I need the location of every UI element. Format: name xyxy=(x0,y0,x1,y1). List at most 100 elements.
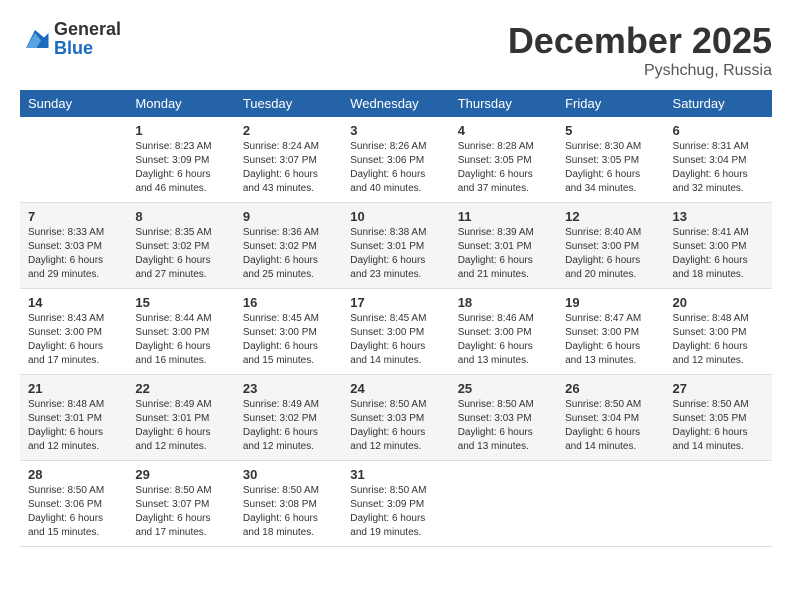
day-info: Sunrise: 8:24 AMSunset: 3:07 PMDaylight:… xyxy=(243,140,334,196)
day-info: Sunrise: 8:50 AMSunset: 3:09 PMDaylight:… xyxy=(350,484,441,540)
cell-w1-d4: 4 Sunrise: 8:28 AMSunset: 3:05 PMDaylight… xyxy=(450,117,557,203)
day-number: 8 xyxy=(135,209,226,224)
day-info: Sunrise: 8:39 AMSunset: 3:01 PMDaylight:… xyxy=(458,226,549,282)
calendar-header-row: Sunday Monday Tuesday Wednesday Thursday… xyxy=(20,90,772,117)
day-number: 27 xyxy=(673,381,764,396)
day-info: Sunrise: 8:49 AMSunset: 3:02 PMDaylight:… xyxy=(243,398,334,454)
day-info: Sunrise: 8:50 AMSunset: 3:04 PMDaylight:… xyxy=(565,398,656,454)
cell-w1-d0 xyxy=(20,117,127,203)
day-number: 30 xyxy=(243,467,334,482)
day-number: 14 xyxy=(28,295,119,310)
day-number: 5 xyxy=(565,123,656,138)
cell-w2-d0: 7Sunrise: 8:33 AMSunset: 3:03 PMDaylight… xyxy=(20,203,127,289)
week-row-2: 7Sunrise: 8:33 AMSunset: 3:03 PMDaylight… xyxy=(20,203,772,289)
week-row-4: 21Sunrise: 8:48 AMSunset: 3:01 PMDayligh… xyxy=(20,375,772,461)
cell-w4-d3: 24 Sunrise: 8:50 AMSunset: 3:03 PMDayligh… xyxy=(342,375,449,461)
day-number: 29 xyxy=(135,467,226,482)
day-info: Sunrise: 8:50 AMSunset: 3:03 PMDaylight:… xyxy=(350,398,441,454)
day-info: Sunrise: 8:50 AMSunset: 3:07 PMDaylight:… xyxy=(135,484,226,540)
day-info: Sunrise: 8:45 AMSunset: 3:00 PMDaylight:… xyxy=(350,312,441,368)
day-info: Sunrise: 8:50 AMSunset: 3:08 PMDaylight:… xyxy=(243,484,334,540)
day-number: 22 xyxy=(135,381,226,396)
logo-general-text: General xyxy=(54,19,121,39)
cell-w5-d6 xyxy=(665,461,772,547)
day-info: Sunrise: 8:45 AMSunset: 3:00 PMDaylight:… xyxy=(243,312,334,368)
day-number: 23 xyxy=(243,381,334,396)
day-info: Sunrise: 8:36 AMSunset: 3:02 PMDaylight:… xyxy=(243,226,334,282)
day-number: 24 xyxy=(350,381,441,396)
header-tuesday: Tuesday xyxy=(235,90,342,117)
cell-w2-d2: 9 Sunrise: 8:36 AMSunset: 3:02 PMDaylight… xyxy=(235,203,342,289)
title-area: December 2025 Pyshchug, Russia xyxy=(508,20,772,80)
cell-w3-d1: 15Sunrise: 8:44 AMSunset: 3:00 PMDayligh… xyxy=(127,289,234,375)
day-info: Sunrise: 8:50 AMSunset: 3:06 PMDaylight:… xyxy=(28,484,119,540)
day-info: Sunrise: 8:49 AMSunset: 3:01 PMDaylight:… xyxy=(135,398,226,454)
cell-w5-d4 xyxy=(450,461,557,547)
day-number: 3 xyxy=(350,123,441,138)
cell-w4-d4: 25Sunrise: 8:50 AMSunset: 3:03 PMDayligh… xyxy=(450,375,557,461)
day-number: 10 xyxy=(350,209,441,224)
day-number: 1 xyxy=(135,123,226,138)
day-number: 2 xyxy=(243,123,334,138)
cell-w1-d3: 3Sunrise: 8:26 AMSunset: 3:06 PMDaylight… xyxy=(342,117,449,203)
cell-w4-d2: 23 Sunrise: 8:49 AMSunset: 3:02 PMDayligh… xyxy=(235,375,342,461)
day-number: 17 xyxy=(350,295,441,310)
day-number: 7 xyxy=(28,209,119,224)
day-info: Sunrise: 8:41 AMSunset: 3:00 PMDaylight:… xyxy=(673,226,764,282)
day-info: Sunrise: 8:30 AMSunset: 3:05 PMDaylight:… xyxy=(565,140,656,196)
day-info: Sunrise: 8:48 AMSunset: 3:00 PMDaylight:… xyxy=(673,312,764,368)
day-number: 11 xyxy=(458,209,549,224)
day-number: 12 xyxy=(565,209,656,224)
day-info: Sunrise: 8:40 AMSunset: 3:00 PMDaylight:… xyxy=(565,226,656,282)
day-number: 20 xyxy=(673,295,764,310)
day-number: 4 xyxy=(458,123,549,138)
week-row-1: 1 Sunrise: 8:23 AMSunset: 3:09 PMDaylight… xyxy=(20,117,772,203)
cell-w3-d5: 19Sunrise: 8:47 AMSunset: 3:00 PMDayligh… xyxy=(557,289,664,375)
header-friday: Friday xyxy=(557,90,664,117)
day-info: Sunrise: 8:47 AMSunset: 3:00 PMDaylight:… xyxy=(565,312,656,368)
logo-blue-text: Blue xyxy=(54,38,93,58)
cell-w2-d4: 11 Sunrise: 8:39 AMSunset: 3:01 PMDayligh… xyxy=(450,203,557,289)
cell-w4-d6: 27 Sunrise: 8:50 AMSunset: 3:05 PMDayligh… xyxy=(665,375,772,461)
day-number: 31 xyxy=(350,467,441,482)
day-info: Sunrise: 8:23 AMSunset: 3:09 PMDaylight:… xyxy=(135,140,226,196)
cell-w4-d1: 22 Sunrise: 8:49 AMSunset: 3:01 PMDayligh… xyxy=(127,375,234,461)
day-info: Sunrise: 8:35 AMSunset: 3:02 PMDaylight:… xyxy=(135,226,226,282)
cell-w5-d5 xyxy=(557,461,664,547)
cell-w1-d1: 1 Sunrise: 8:23 AMSunset: 3:09 PMDaylight… xyxy=(127,117,234,203)
cell-w3-d3: 17 Sunrise: 8:45 AMSunset: 3:00 PMDayligh… xyxy=(342,289,449,375)
cell-w1-d6: 6Sunrise: 8:31 AMSunset: 3:04 PMDaylight… xyxy=(665,117,772,203)
day-number: 25 xyxy=(458,381,549,396)
day-info: Sunrise: 8:43 AMSunset: 3:00 PMDaylight:… xyxy=(28,312,119,368)
cell-w3-d4: 18Sunrise: 8:46 AMSunset: 3:00 PMDayligh… xyxy=(450,289,557,375)
cell-w2-d5: 12 Sunrise: 8:40 AMSunset: 3:00 PMDayligh… xyxy=(557,203,664,289)
cell-w2-d3: 10 Sunrise: 8:38 AMSunset: 3:01 PMDayligh… xyxy=(342,203,449,289)
day-number: 21 xyxy=(28,381,119,396)
cell-w3-d0: 14 Sunrise: 8:43 AMSunset: 3:00 PMDayligh… xyxy=(20,289,127,375)
cell-w1-d2: 2 Sunrise: 8:24 AMSunset: 3:07 PMDaylight… xyxy=(235,117,342,203)
cell-w5-d3: 31 Sunrise: 8:50 AMSunset: 3:09 PMDayligh… xyxy=(342,461,449,547)
week-row-3: 14 Sunrise: 8:43 AMSunset: 3:00 PMDayligh… xyxy=(20,289,772,375)
day-info: Sunrise: 8:50 AMSunset: 3:05 PMDaylight:… xyxy=(673,398,764,454)
day-number: 18 xyxy=(458,295,549,310)
logo-icon xyxy=(20,27,50,51)
day-number: 13 xyxy=(673,209,764,224)
day-info: Sunrise: 8:28 AMSunset: 3:05 PMDaylight:… xyxy=(458,140,549,196)
location-subtitle: Pyshchug, Russia xyxy=(508,62,772,80)
day-number: 16 xyxy=(243,295,334,310)
cell-w1-d5: 5 Sunrise: 8:30 AMSunset: 3:05 PMDaylight… xyxy=(557,117,664,203)
header-sunday: Sunday xyxy=(20,90,127,117)
day-number: 9 xyxy=(243,209,334,224)
header-monday: Monday xyxy=(127,90,234,117)
day-number: 26 xyxy=(565,381,656,396)
cell-w3-d2: 16 Sunrise: 8:45 AMSunset: 3:00 PMDayligh… xyxy=(235,289,342,375)
cell-w3-d6: 20 Sunrise: 8:48 AMSunset: 3:00 PMDayligh… xyxy=(665,289,772,375)
calendar-table: Sunday Monday Tuesday Wednesday Thursday… xyxy=(20,90,772,547)
day-number: 6 xyxy=(673,123,764,138)
day-number: 15 xyxy=(135,295,226,310)
header-thursday: Thursday xyxy=(450,90,557,117)
month-year-title: December 2025 xyxy=(508,20,772,62)
cell-w4-d0: 21Sunrise: 8:48 AMSunset: 3:01 PMDayligh… xyxy=(20,375,127,461)
day-info: Sunrise: 8:38 AMSunset: 3:01 PMDaylight:… xyxy=(350,226,441,282)
cell-w4-d5: 26 Sunrise: 8:50 AMSunset: 3:04 PMDayligh… xyxy=(557,375,664,461)
